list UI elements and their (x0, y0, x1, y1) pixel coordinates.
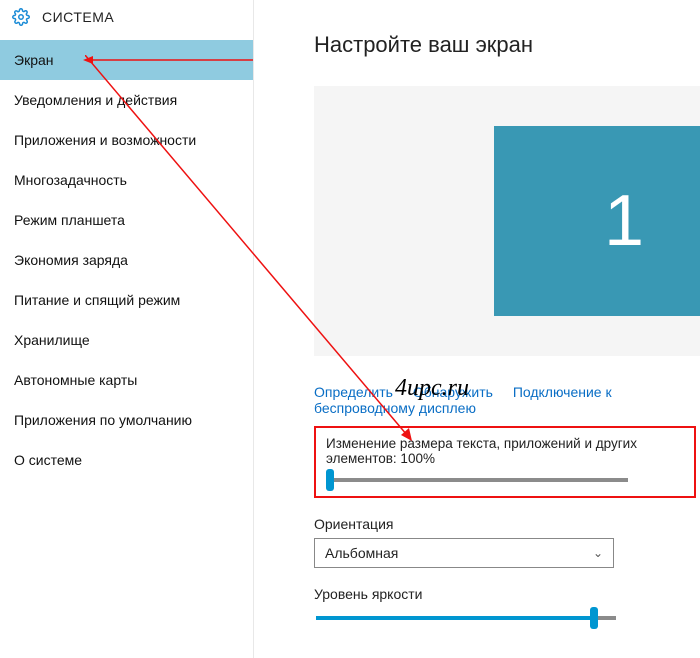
main-panel: Настройте ваш экран 1 Определить Обнаруж… (254, 0, 700, 658)
scale-slider[interactable] (328, 478, 628, 482)
sidebar-item-about[interactable]: О системе (0, 440, 253, 480)
sidebar-item-offline-maps[interactable]: Автономные карты (0, 360, 253, 400)
chevron-down-icon: ⌄ (593, 546, 603, 560)
gear-icon (12, 8, 30, 26)
sidebar-item-storage[interactable]: Хранилище (0, 320, 253, 360)
sidebar-item-apps-features[interactable]: Приложения и возможности (0, 120, 253, 160)
sidebar-item-label: Режим планшета (14, 212, 125, 228)
scale-label: Изменение размера текста, приложений и д… (326, 436, 684, 466)
sidebar-item-label: Многозадачность (14, 172, 127, 188)
sidebar-item-multitasking[interactable]: Многозадачность (0, 160, 253, 200)
orientation-value: Альбомная (325, 545, 398, 561)
sidebar-item-default-apps[interactable]: Приложения по умолчанию (0, 400, 253, 440)
brightness-label: Уровень яркости (314, 586, 700, 602)
sidebar-item-power-sleep[interactable]: Питание и спящий режим (0, 280, 253, 320)
sidebar-item-display[interactable]: Экран (0, 40, 253, 80)
header-title: СИСТЕМА (42, 9, 114, 25)
orientation-select[interactable]: Альбомная ⌄ (314, 538, 614, 568)
annotation-arrow-small (83, 55, 253, 65)
settings-sidebar: СИСТЕМА Экран Уведомления и действия При… (0, 0, 254, 658)
display-tile-1[interactable]: 1 (494, 126, 700, 316)
scale-slider-thumb[interactable] (326, 469, 334, 491)
display-number: 1 (604, 180, 644, 262)
scale-highlight-box: Изменение размера текста, приложений и д… (314, 426, 696, 498)
page-title: Настройте ваш экран (314, 32, 700, 58)
sidebar-item-label: Питание и спящий режим (14, 292, 180, 308)
sidebar-item-label: Экономия заряда (14, 252, 128, 268)
orientation-label: Ориентация (314, 516, 700, 532)
sidebar-item-tablet-mode[interactable]: Режим планшета (0, 200, 253, 240)
detect-link[interactable]: Обнаружить (413, 384, 493, 400)
brightness-track-remainder (596, 616, 616, 620)
sidebar-item-label: Экран (14, 52, 54, 68)
sidebar-item-label: Хранилище (14, 332, 90, 348)
sidebar-item-notifications[interactable]: Уведомления и действия (0, 80, 253, 120)
sidebar-item-label: Приложения по умолчанию (14, 412, 192, 428)
sidebar-item-label: Автономные карты (14, 372, 137, 388)
sidebar-item-label: Уведомления и действия (14, 92, 177, 108)
sidebar-item-label: О системе (14, 452, 82, 468)
identify-link[interactable]: Определить (314, 384, 393, 400)
sidebar-item-label: Приложения и возможности (14, 132, 196, 148)
nav-list: Экран Уведомления и действия Приложения … (0, 40, 253, 480)
brightness-slider[interactable] (316, 616, 616, 620)
display-actions-row: Определить Обнаружить Подключение к бесп… (314, 384, 700, 416)
display-preview: 1 (314, 86, 700, 356)
sidebar-item-battery-saver[interactable]: Экономия заряда (0, 240, 253, 280)
settings-header: СИСТЕМА (0, 0, 253, 40)
brightness-slider-thumb[interactable] (590, 607, 598, 629)
